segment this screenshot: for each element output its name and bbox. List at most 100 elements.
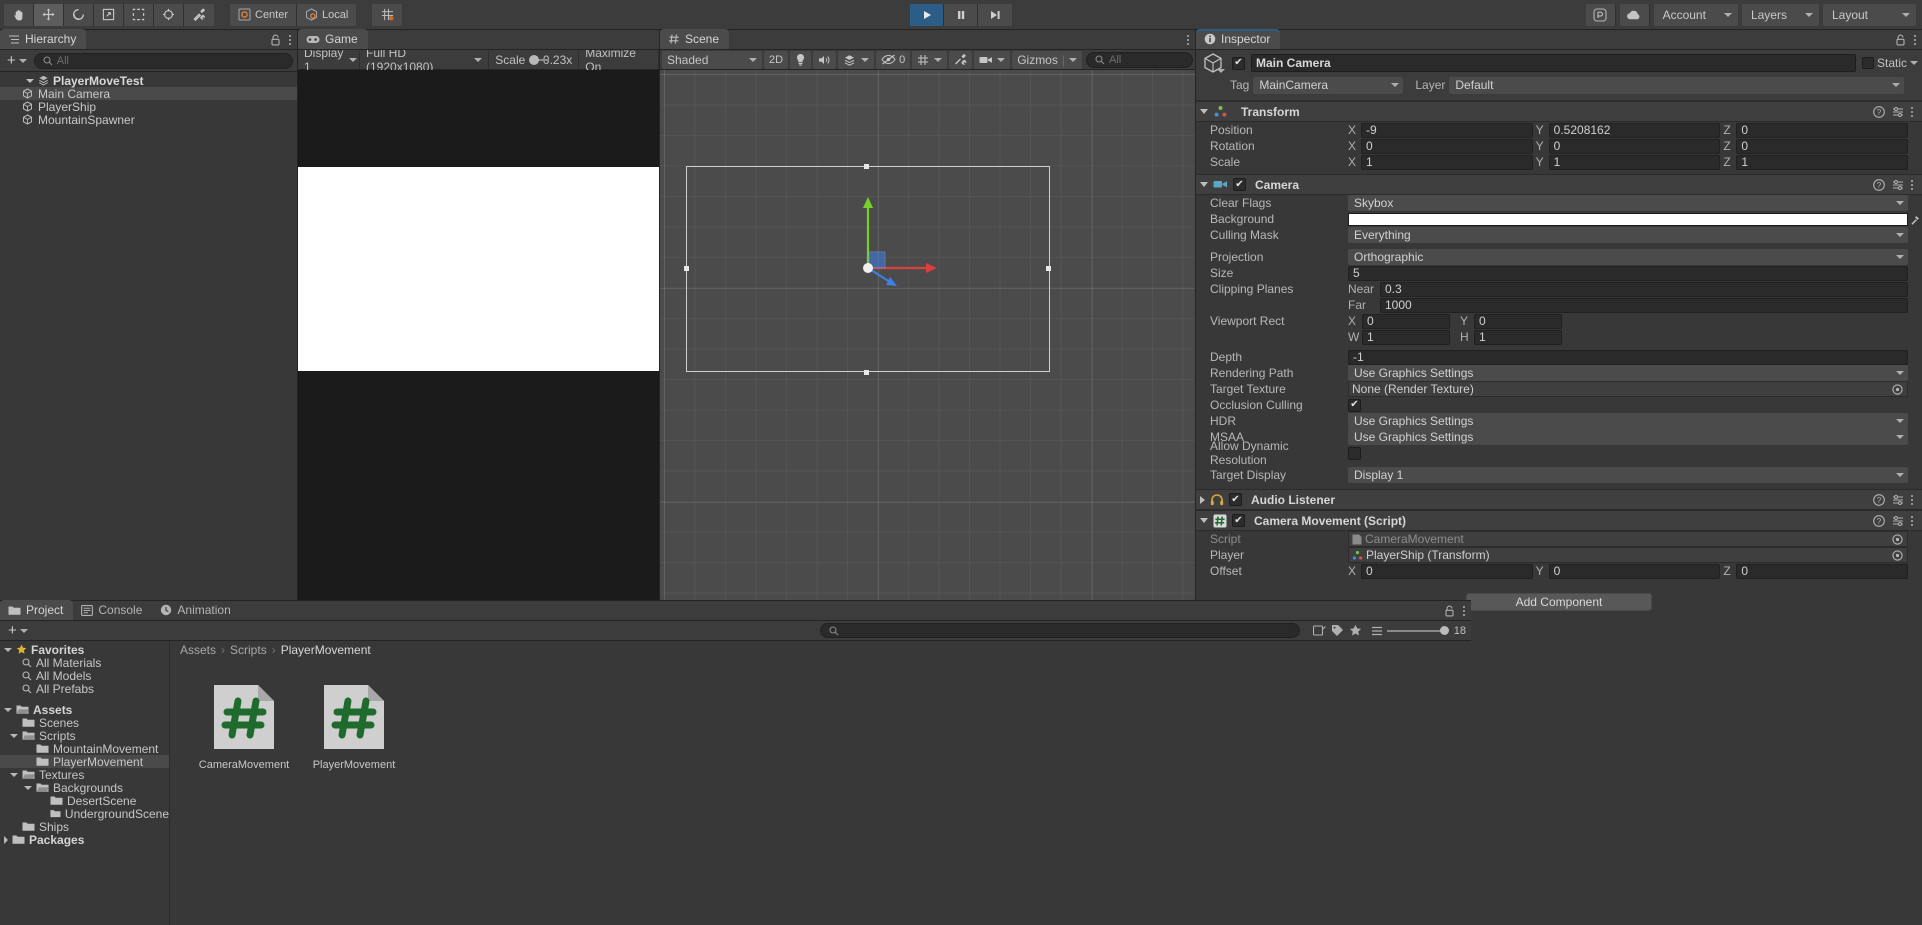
object-picker-icon[interactable] (1892, 534, 1903, 545)
presets-icon[interactable] (1892, 494, 1904, 506)
scene-menu-icon[interactable] (1187, 35, 1189, 45)
cloud-button[interactable] (1620, 4, 1650, 26)
chevron-down-icon[interactable] (10, 734, 18, 738)
position-y-field[interactable]: 0.5208162 (1549, 123, 1721, 138)
scene-search-input[interactable]: All (1086, 52, 1193, 68)
icon-size-track[interactable] (1387, 630, 1447, 632)
presets-icon[interactable] (1892, 515, 1904, 527)
list-view-icon[interactable] (1371, 625, 1383, 637)
help-icon[interactable]: ? (1873, 179, 1885, 191)
project-tree-ships[interactable]: Ships (0, 820, 169, 833)
chevron-down-icon[interactable] (1217, 69, 1225, 73)
viewport-y-field[interactable]: 0 (1474, 314, 1562, 329)
project-tree-all-materials[interactable]: All Materials (0, 656, 169, 669)
project-tree-all-prefabs[interactable]: All Prefabs (0, 682, 169, 695)
component-header-transform[interactable]: Transform ? (1196, 101, 1922, 122)
scene-shading-dropdown[interactable]: Shaded (662, 51, 762, 69)
rotation-z-field[interactable]: 0 (1736, 139, 1908, 154)
project-tree-desertscene[interactable]: DesertScene (0, 794, 169, 807)
scale-tool-button[interactable] (94, 4, 124, 26)
scene-2d-toggle[interactable]: 2D (764, 51, 788, 69)
breadcrumb-item-playermovement[interactable]: PlayerMovement (281, 643, 371, 657)
rect-tool-button[interactable] (124, 4, 154, 26)
culling-mask-dropdown[interactable]: Everything (1348, 227, 1908, 243)
foldout-icon[interactable] (1200, 182, 1208, 187)
static-checkbox[interactable] (1862, 57, 1874, 69)
layer-dropdown[interactable]: Default (1449, 77, 1904, 94)
object-picker-icon[interactable] (1892, 550, 1903, 561)
rotation-y-field[interactable]: 0 (1549, 139, 1721, 154)
help-icon[interactable]: ? (1873, 515, 1885, 527)
scene-component-tools-button[interactable] (949, 51, 972, 69)
inspector-menu-icon[interactable] (1914, 35, 1916, 45)
chevron-down-icon[interactable] (24, 786, 32, 790)
rotation-x-field[interactable]: 0 (1361, 139, 1533, 154)
create-gameobject-button[interactable]: + (4, 55, 30, 66)
asset-item-playermovement[interactable]: PlayerMovement (310, 681, 398, 771)
lock-icon[interactable] (1895, 34, 1906, 46)
position-x-field[interactable]: -9 (1361, 123, 1533, 138)
presets-icon[interactable] (1892, 106, 1904, 118)
position-z-field[interactable]: 0 (1736, 123, 1908, 138)
hierarchy-tree[interactable]: PlayerMoveTest Main Camera PlayerShip Mo… (0, 72, 297, 604)
scale-slider-knob[interactable] (529, 55, 539, 65)
hierarchy-item-playership[interactable]: PlayerShip (0, 100, 297, 113)
chevron-right-icon[interactable] (4, 836, 8, 844)
scale-y-field[interactable]: 1 (1549, 155, 1721, 170)
project-tree-textures[interactable]: Textures (0, 768, 169, 781)
tab-game[interactable]: Game (298, 29, 368, 49)
frustum-handle-bottom[interactable] (864, 370, 869, 375)
hdr-dropdown[interactable]: Use Graphics Settings (1348, 413, 1908, 429)
tag-dropdown[interactable]: MainCamera (1253, 77, 1403, 94)
frustum-handle-left[interactable] (684, 266, 689, 271)
project-tree-playermovement[interactable]: PlayerMovement (0, 755, 169, 768)
tab-scene[interactable]: Scene (660, 29, 729, 49)
chevron-down-icon[interactable] (4, 648, 12, 652)
target-texture-objectfield[interactable]: None (Render Texture) (1348, 381, 1908, 397)
asset-item-cameramovement[interactable]: CameraMovement (200, 681, 288, 771)
tab-project[interactable]: Project (0, 600, 73, 620)
hierarchy-search-input[interactable]: All (34, 53, 293, 69)
clipping-far-field[interactable]: 1000 (1380, 298, 1908, 313)
component-header-camera[interactable]: ✔ Camera ? (1196, 174, 1922, 195)
hand-tool-button[interactable] (4, 4, 34, 26)
help-icon[interactable]: ? (1873, 106, 1885, 118)
move-tool-button[interactable] (34, 4, 64, 26)
clipping-near-field[interactable]: 0.3 (1380, 282, 1908, 297)
viewport-h-field[interactable]: 1 (1474, 330, 1562, 345)
depth-field[interactable]: -1 (1348, 350, 1908, 365)
object-name-field[interactable]: Main Camera (1251, 54, 1856, 72)
component-menu-icon[interactable] (1911, 107, 1913, 117)
component-header-camera-movement-script[interactable]: ✔ Camera Movement (Script) ? (1196, 510, 1922, 531)
project-tree-all-models[interactable]: All Models (0, 669, 169, 682)
project-tree-backgrounds[interactable]: Backgrounds (0, 781, 169, 794)
scene-camera-dropdown[interactable] (974, 51, 1010, 69)
project-search-input[interactable] (820, 623, 1300, 638)
rendering-path-dropdown[interactable]: Use Graphics Settings (1348, 365, 1908, 381)
project-tree-scenes[interactable]: Scenes (0, 716, 169, 729)
occlusion-culling-checkbox[interactable]: ✔ (1348, 399, 1361, 412)
background-color-swatch[interactable] (1348, 213, 1908, 226)
chevron-down-icon[interactable] (10, 773, 18, 777)
frustum-handle-top[interactable] (864, 164, 869, 169)
script-enabled-checkbox[interactable]: ✔ (1232, 514, 1245, 527)
project-tree-favorites[interactable]: Favorites (0, 643, 169, 656)
allow-dynamic-resolution-checkbox[interactable] (1348, 447, 1361, 460)
project-create-button[interactable]: + (5, 625, 31, 636)
project-tree-assets[interactable]: Assets (0, 703, 169, 716)
target-display-dropdown[interactable]: Display 1 (1348, 467, 1908, 483)
add-component-button[interactable]: Add Component (1466, 593, 1652, 611)
lock-icon[interactable] (1444, 605, 1455, 617)
project-tree-scripts[interactable]: Scripts (0, 729, 169, 742)
chevron-down-icon[interactable] (4, 708, 12, 712)
breadcrumb-item-scripts[interactable]: Scripts (230, 643, 267, 657)
pivot-mode-button[interactable]: Center (230, 4, 297, 26)
scene-grid-dropdown[interactable] (912, 51, 947, 69)
hierarchy-item-scene[interactable]: PlayerMoveTest (0, 74, 297, 87)
viewport-x-field[interactable]: 0 (1362, 314, 1450, 329)
tab-console[interactable]: Console (73, 600, 152, 620)
scale-z-field[interactable]: 1 (1736, 155, 1908, 170)
project-tree-undergroundscene[interactable]: UndergroundScene (0, 807, 169, 820)
chevron-down-icon[interactable] (1910, 61, 1918, 65)
game-resolution-dropdown[interactable]: Full HD (1920x1080) (360, 51, 489, 69)
